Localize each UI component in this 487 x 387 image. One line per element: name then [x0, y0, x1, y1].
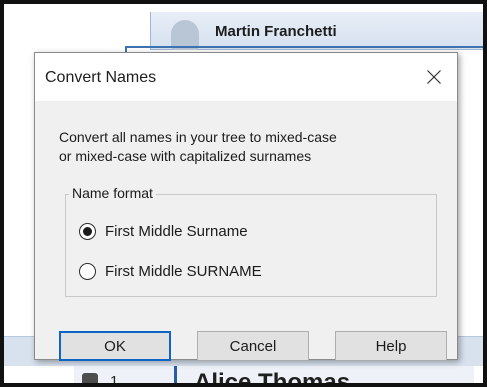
dialog-title: Convert Names — [45, 69, 157, 86]
close-icon — [427, 70, 441, 84]
dialog-title-bar[interactable]: Convert Names — [35, 53, 457, 101]
dialog-description: Convert all names in your tree to mixed-… — [59, 128, 439, 166]
radio-first-middle-surname[interactable]: First Middle Surname — [79, 223, 248, 240]
person-icon — [82, 373, 98, 383]
person-number: 1 — [110, 373, 119, 387]
radio-dot — [83, 227, 92, 236]
description-line-2: or mixed-case with capitalized surnames — [59, 148, 312, 164]
radio-label-first-middle-surname: First Middle Surname — [105, 223, 248, 240]
close-button[interactable] — [417, 61, 451, 93]
card-divider — [174, 366, 177, 383]
person-card-bottom[interactable]: 1 Alice Thomas — [74, 366, 474, 387]
name-format-group-label: Name format — [69, 185, 156, 201]
help-button[interactable]: Help — [335, 331, 447, 361]
ok-button[interactable]: OK — [59, 331, 171, 361]
convert-names-dialog: Convert Names Convert all names in your … — [34, 52, 458, 361]
name-format-group — [65, 194, 437, 297]
tree-connector-line — [125, 46, 483, 48]
cancel-button[interactable]: Cancel — [197, 331, 309, 361]
radio-first-middle-surname-caps[interactable]: First Middle SURNAME — [79, 263, 262, 280]
person-name-bottom: Alice Thomas — [194, 369, 351, 387]
description-line-1: Convert all names in your tree to mixed-… — [59, 129, 337, 145]
radio-button-selected[interactable] — [79, 223, 96, 240]
radio-button-unselected[interactable] — [79, 263, 96, 280]
screenshot-frame: Martin Franchetti 1 Alice Thomas Convert… — [0, 0, 487, 387]
person-name: Martin Franchetti — [215, 23, 337, 40]
person-card-background[interactable]: Martin Franchetti — [150, 12, 483, 50]
radio-label-first-middle-surname-caps: First Middle SURNAME — [105, 263, 262, 280]
